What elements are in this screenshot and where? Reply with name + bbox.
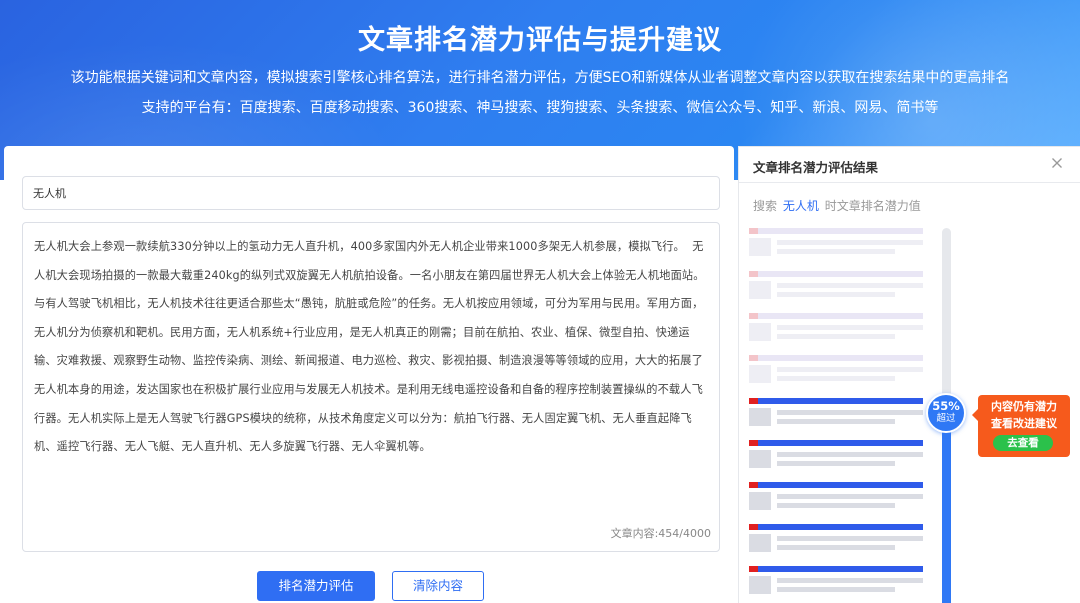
article-content-textarea[interactable]: 无人机大会上参观一款续航330分钟以上的氢动力无人直升机，400多家国内外无人机… <box>22 222 720 552</box>
result-panel: 文章排名潜力评估结果 搜索 无人机 时文章排名潜力值 55% 超过 内容仍有潜力… <box>738 146 1080 603</box>
clear-button[interactable]: 清除内容 <box>392 571 484 601</box>
potential-percent-label: 超过 <box>936 413 956 424</box>
keyword-input[interactable] <box>22 176 720 210</box>
result-sub-suffix: 时文章排名潜力值 <box>824 199 921 213</box>
article-content-text: 无人机大会上参观一款续航330分钟以上的氢动力无人直升机，400多家国内外无人机… <box>34 240 705 454</box>
result-subtitle: 搜索 无人机 时文章排名潜力值 <box>753 197 921 214</box>
evaluate-button[interactable]: 排名潜力评估 <box>257 571 375 601</box>
page-title: 文章排名潜力评估与提升建议 <box>358 25 722 56</box>
potential-percent-bubble: 55% 超过 <box>926 393 966 433</box>
potential-fill <box>942 415 951 603</box>
result-title: 文章排名潜力评估结果 <box>753 160 879 175</box>
tip-line-1: 内容仍有潜力 <box>991 400 1057 413</box>
supported-platforms: 支持的平台有：百度搜索、百度移动搜索、360搜索、神马搜索、搜狗搜索、头条搜索、… <box>141 100 939 116</box>
result-sub-keyword: 无人机 <box>782 199 819 213</box>
char-count: 文章内容:454/4000 <box>610 527 711 540</box>
improvement-tip-card: 内容仍有潜力 查看改进建议 去查看 <box>972 395 1070 457</box>
potential-percent: 55% <box>932 399 960 413</box>
view-suggestions-button[interactable]: 去查看 <box>993 435 1053 451</box>
result-header: 文章排名潜力评估结果 <box>739 147 1080 183</box>
result-sub-prefix: 搜索 <box>753 199 778 213</box>
page-description: 该功能根据关键词和文章内容，模拟搜索引擎核心排名算法，进行排名潜力评估，方便SE… <box>70 70 1010 86</box>
close-icon[interactable] <box>1049 155 1065 171</box>
input-panel: 无人机大会上参观一款续航330分钟以上的氢动力无人直升机，400多家国内外无人机… <box>4 146 734 603</box>
tip-line-2: 查看改进建议 <box>991 417 1057 430</box>
